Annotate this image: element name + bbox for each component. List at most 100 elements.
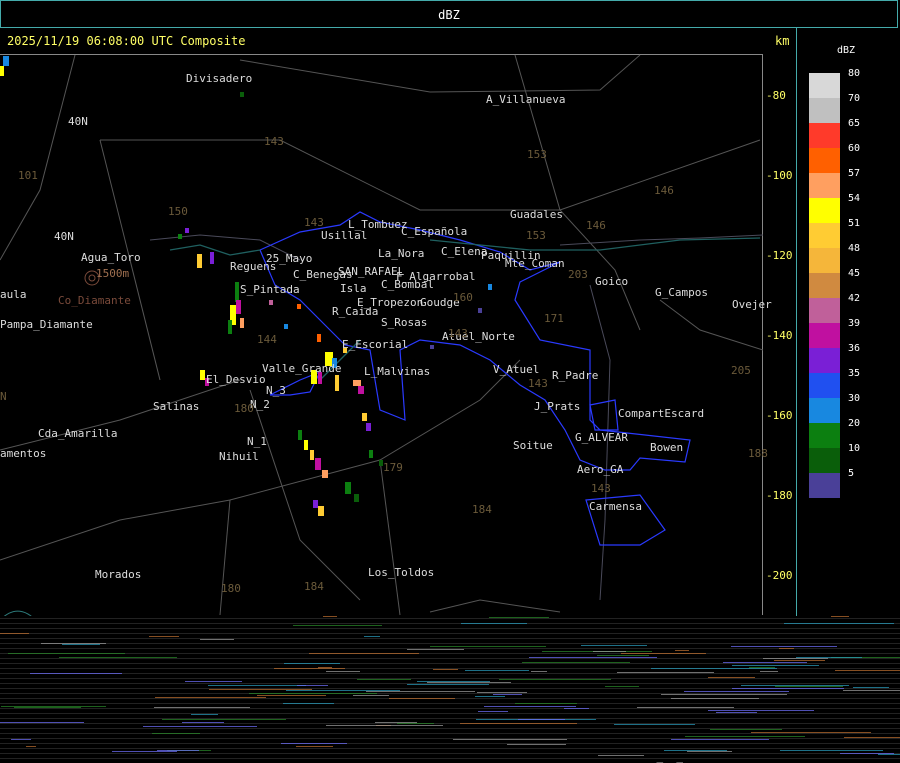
place-label: aula xyxy=(0,288,27,301)
legend-swatch xyxy=(809,148,840,173)
legend-label: 36 xyxy=(848,343,860,354)
legend-swatch xyxy=(809,373,840,398)
legend-swatch xyxy=(809,423,840,448)
legend-swatch xyxy=(809,98,840,123)
unit-label: km xyxy=(775,34,789,48)
legend-swatch xyxy=(809,198,840,223)
road-label: 153 xyxy=(527,148,547,161)
place-label: Guadales xyxy=(510,208,563,221)
place-label: El_Desvio xyxy=(206,373,266,386)
place-label: Valle_Grande xyxy=(262,362,341,375)
province-boundaries xyxy=(0,55,763,615)
y-tick: -200 xyxy=(766,569,793,582)
place-label: Aero_GA xyxy=(577,463,623,476)
place-label: Agua_Toro xyxy=(81,251,141,264)
legend-swatch xyxy=(809,473,840,498)
legend-label: 10 xyxy=(848,443,860,454)
legend-label: 80 xyxy=(848,68,860,79)
place-label: 40N xyxy=(54,230,74,243)
road-label: 184 xyxy=(472,503,492,516)
legend-label: 5 xyxy=(848,468,854,479)
place-label: Morados xyxy=(95,568,141,581)
place-label: Pampa_Diamante xyxy=(0,318,93,331)
place-label: G_ALVEAR xyxy=(575,431,628,444)
place-label: J_Prats xyxy=(534,400,580,413)
road-label: 146 xyxy=(654,184,674,197)
y-tick: -80 xyxy=(766,89,786,102)
place-label: S_Rosas xyxy=(381,316,427,329)
legend-label: 57 xyxy=(848,168,860,179)
road-label: 188 xyxy=(748,447,768,460)
place-label: CompartEscard xyxy=(618,407,704,420)
place-label: Salinas xyxy=(153,400,199,413)
place-label: amentos xyxy=(0,447,46,460)
place-label: N_1 xyxy=(247,435,267,448)
timestamp-label: 2025/11/19 06:08:00 UTC Composite xyxy=(7,34,245,48)
department-boundaries xyxy=(260,212,690,545)
place-label: Co_Diamante xyxy=(58,294,131,307)
road-label: 143 xyxy=(304,216,324,229)
road-label: 171 xyxy=(544,312,564,325)
legend-swatch xyxy=(809,398,840,423)
place-label: G_Campos xyxy=(655,286,708,299)
place-label: R_Caida xyxy=(332,305,378,318)
legend-swatch xyxy=(809,248,840,273)
place-label: Los_Toldos xyxy=(368,566,434,579)
legend-label: 35 xyxy=(848,368,860,379)
road-label: 143 xyxy=(528,377,548,390)
road-label: 184 xyxy=(304,580,324,593)
place-label: Carmensa xyxy=(589,500,642,513)
y-tick: -180 xyxy=(766,489,793,502)
road-label: 179 xyxy=(383,461,403,474)
legend-label: 20 xyxy=(848,418,860,429)
legend-label: 51 xyxy=(848,218,860,229)
legend-label: 48 xyxy=(848,243,860,254)
legend-swatch xyxy=(809,448,840,473)
legend-swatch xyxy=(809,173,840,198)
place-label: L_Malvinas xyxy=(364,365,430,378)
place-label: La_Nora xyxy=(378,247,424,260)
place-label: SAN_RAFAEL xyxy=(338,265,404,278)
place-label: C_Española xyxy=(401,225,467,238)
y-tick: -120 xyxy=(766,249,793,262)
road-label: 203 xyxy=(568,268,588,281)
legend-label: 54 xyxy=(848,193,860,204)
place-label: Cda_Amarilla xyxy=(38,427,117,440)
legend-label: 30 xyxy=(848,393,860,404)
legend-swatch xyxy=(809,273,840,298)
place-label: Nihuil xyxy=(219,450,259,463)
legend-swatch xyxy=(809,73,840,98)
legend-label: 60 xyxy=(848,143,860,154)
road-label: 143 xyxy=(448,327,468,340)
road-label: 160 xyxy=(453,291,473,304)
road-label: 180 xyxy=(221,582,241,595)
road-label: 101 xyxy=(18,169,38,182)
place-label: S_Pintada xyxy=(240,283,300,296)
y-tick: -140 xyxy=(766,329,793,342)
road-label: 144 xyxy=(257,333,277,346)
place-label: 25_Mayo xyxy=(266,252,312,265)
legend-swatch xyxy=(809,348,840,373)
legend-label: 39 xyxy=(848,318,860,329)
place-label: E_Escorial xyxy=(342,338,408,351)
road-label: 180 xyxy=(234,402,254,415)
place-label: Mte_Coman xyxy=(505,257,565,270)
road-label: 146 xyxy=(586,219,606,232)
place-label: Bowen xyxy=(650,441,683,454)
place-label: C_Bombal xyxy=(381,278,434,291)
legend-swatch xyxy=(809,323,840,348)
legend-label: 70 xyxy=(848,93,860,104)
place-label: V_Atuel xyxy=(493,363,539,376)
y-tick: -160 xyxy=(766,409,793,422)
place-label: 1500m xyxy=(96,267,129,280)
place-label: R_Padre xyxy=(552,369,598,382)
place-label: Usillal xyxy=(321,229,367,242)
legend-label: 45 xyxy=(848,268,860,279)
legend-swatch xyxy=(809,298,840,323)
place-label: Ovejer xyxy=(732,298,772,311)
road-label: 143 xyxy=(264,135,284,148)
road-label: 153 xyxy=(526,229,546,242)
place-label: Goico xyxy=(595,275,628,288)
legend-title: dBZ xyxy=(837,45,855,56)
legend-label: 42 xyxy=(848,293,860,304)
